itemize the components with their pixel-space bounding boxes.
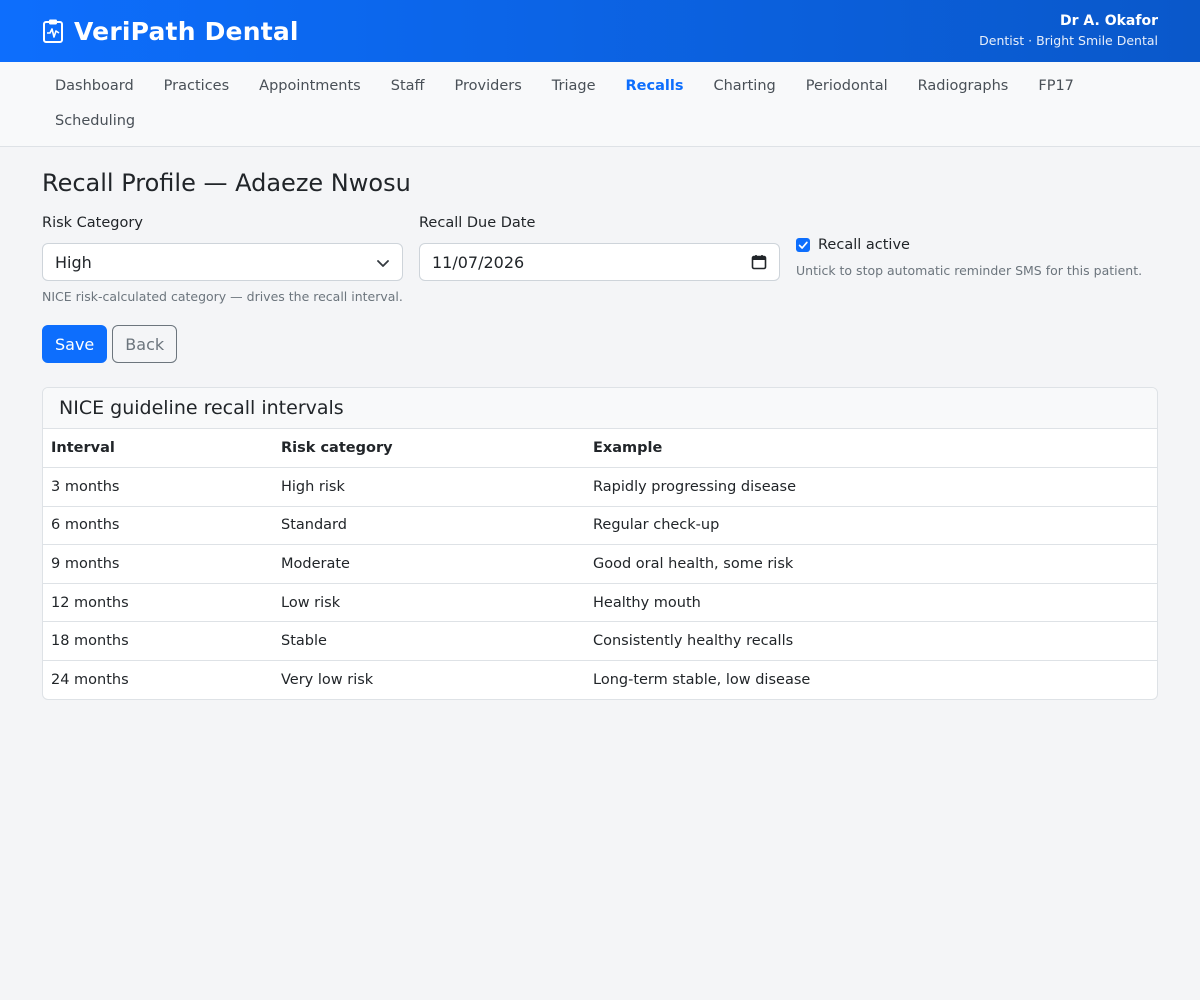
cell-interval: 18 months <box>43 621 273 662</box>
chevron-down-icon <box>376 255 390 269</box>
nav-item-scheduling[interactable]: Scheduling <box>42 105 148 139</box>
intervals-table: Interval Risk category Example 3 months … <box>43 429 1157 699</box>
brand[interactable]: VeriPath Dental <box>42 17 299 46</box>
nav-item-staff[interactable]: Staff <box>378 70 438 104</box>
cell-example: Long-term stable, low disease <box>593 672 811 689</box>
risk-category-label: Risk Category <box>42 215 143 231</box>
risk-category-group: Risk Category High NICE risk-calculated … <box>42 215 403 306</box>
column-header-interval: Interval <box>43 429 273 469</box>
user-role: Dentist · Bright Smile Dental <box>979 33 1158 48</box>
table-row: 9 months Moderate Good oral health, some… <box>43 544 1157 584</box>
cell-interval: 3 months <box>43 467 273 507</box>
cell-risk: Stable <box>273 621 585 662</box>
cell-risk: High risk <box>273 467 585 507</box>
cell-interval: 24 months <box>51 672 129 689</box>
app-header: VeriPath Dental Dr A. Okafor Dentist · B… <box>0 0 1200 62</box>
user-name: Dr A. Okafor <box>1060 13 1158 29</box>
main-content: Recall Profile — Adaeze Nwosu Risk Categ… <box>0 147 1200 701</box>
intervals-card: NICE guideline recall intervals Interval… <box>42 387 1158 701</box>
form-actions: Save Back <box>42 325 1158 363</box>
cell-example: Good oral health, some risk <box>585 544 1157 584</box>
recall-active-label[interactable]: Recall active <box>818 237 910 253</box>
recall-active-checkbox[interactable] <box>796 238 810 252</box>
nav-item-triage[interactable]: Triage <box>539 70 609 104</box>
table-row: 18 months Stable Consistently healthy re… <box>43 621 1157 662</box>
nav-item-appointments[interactable]: Appointments <box>246 70 374 104</box>
main-nav: Dashboard Practices Appointments Staff P… <box>0 62 1200 147</box>
cell-risk: Standard <box>273 506 585 546</box>
cell-risk: Low risk <box>273 583 585 623</box>
table-row: 3 months High risk Rapidly progressing d… <box>43 467 1157 507</box>
intervals-card-title: NICE guideline recall intervals <box>43 388 1157 429</box>
nav-item-charting[interactable]: Charting <box>700 70 788 104</box>
due-date-input[interactable]: 11/07/2026 <box>419 243 780 281</box>
cell-risk: Moderate <box>273 544 585 584</box>
table-row: 24 months Very low risk Long-term stable… <box>43 661 1157 700</box>
due-date-value: 11/07/2026 <box>432 252 525 272</box>
nav-item-providers[interactable]: Providers <box>442 70 535 104</box>
recall-active-row[interactable]: Recall active <box>796 237 1142 253</box>
cell-interval: 6 months <box>43 506 273 546</box>
column-header-risk: Risk category <box>273 429 585 469</box>
save-button[interactable]: Save <box>42 325 108 363</box>
nav-item-periodontal[interactable]: Periodontal <box>793 70 901 104</box>
nav-item-radiographs[interactable]: Radiographs <box>905 70 1022 104</box>
brand-name: VeriPath Dental <box>74 16 299 46</box>
due-date-label: Recall Due Date <box>419 215 536 231</box>
user-block[interactable]: Dr A. Okafor Dentist · Bright Smile Dent… <box>979 12 1158 50</box>
nav-item-recalls[interactable]: Recalls <box>613 70 697 104</box>
cell-example: Healthy mouth <box>585 583 1157 623</box>
risk-category-help: NICE risk-calculated category — drives t… <box>42 289 403 304</box>
nav-item-dashboard[interactable]: Dashboard <box>42 70 147 104</box>
risk-category-value: High <box>55 252 92 272</box>
column-header-example: Example <box>585 429 1157 469</box>
recall-active-help: Untick to stop automatic reminder SMS fo… <box>796 263 1143 278</box>
nav-item-practices[interactable]: Practices <box>151 70 242 104</box>
cell-example: Regular check-up <box>585 506 1157 546</box>
cell-risk: Very low risk <box>281 672 374 689</box>
cell-example: Consistently healthy recalls <box>585 621 1157 662</box>
recall-form: Risk Category High NICE risk-calculated … <box>42 215 1158 306</box>
table-header-row: Interval Risk category Example <box>43 429 1157 469</box>
back-button[interactable]: Back <box>112 325 178 363</box>
clipboard-pulse-icon <box>42 18 64 44</box>
table-row: 12 months Low risk Healthy mouth <box>43 583 1157 623</box>
cell-interval: 12 months <box>43 583 273 623</box>
cell-interval: 9 months <box>43 544 273 584</box>
page-title: Recall Profile — Adaeze Nwosu <box>42 169 411 197</box>
table-row: 6 months Standard Regular check-up <box>43 506 1157 546</box>
recall-active-group: Recall active Untick to stop automatic r… <box>796 215 1142 306</box>
risk-category-select[interactable]: High <box>42 243 403 281</box>
cell-example: Rapidly progressing disease <box>585 467 1157 507</box>
calendar-icon[interactable] <box>751 254 767 270</box>
due-date-group: Recall Due Date 11/07/2026 <box>419 215 780 306</box>
nav-item-fp17[interactable]: FP17 <box>1025 70 1087 104</box>
